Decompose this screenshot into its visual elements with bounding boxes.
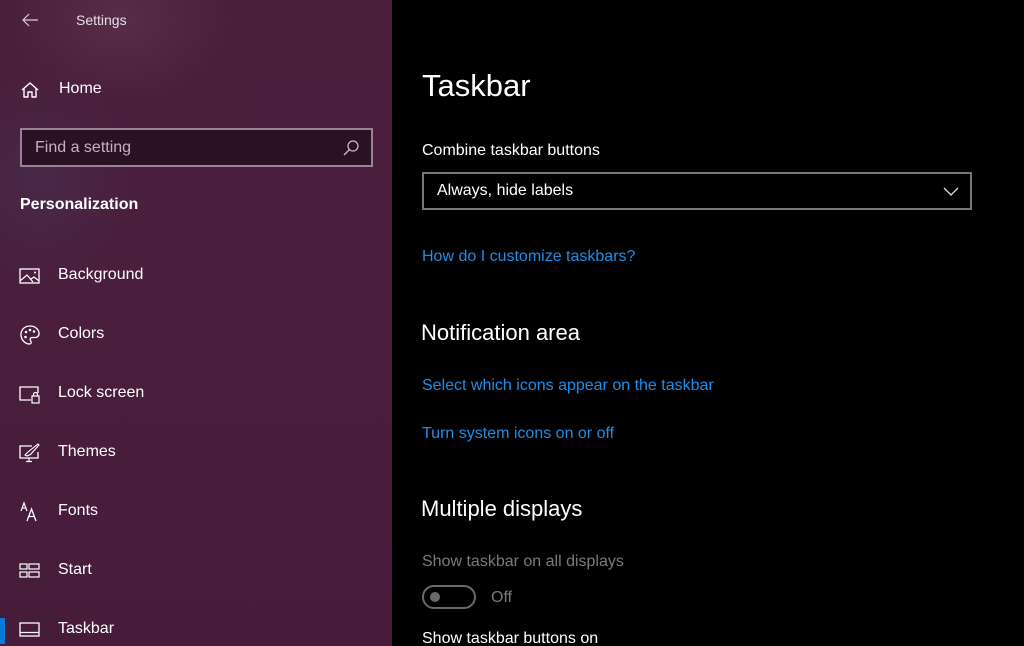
picture-icon [19,268,40,284]
lock-screen-icon [19,386,40,404]
show-all-displays-label: Show taskbar on all displays [422,553,624,570]
system-icons-link[interactable]: Turn system icons on or off [422,425,614,443]
show-buttons-on-label: Show taskbar buttons on [422,630,599,646]
sidebar-item-label: Start [58,561,92,578]
palette-icon [20,325,40,345]
sidebar-item-background[interactable]: Background [0,252,392,300]
search-input[interactable] [22,130,341,165]
themes-icon [19,443,40,463]
sidebar-item-lock-screen[interactable]: Lock screen [0,370,392,418]
combine-buttons-dropdown[interactable]: Always, hide labels [422,172,972,210]
show-all-displays-toggle[interactable] [422,585,476,609]
sidebar-item-home[interactable]: Home [0,72,392,108]
sidebar-item-themes[interactable]: Themes [0,429,392,477]
home-label: Home [59,80,102,97]
section-title: Personalization [20,196,139,213]
search-box[interactable] [20,128,373,167]
sidebar-item-label: Taskbar [58,620,115,637]
chevron-down-icon [943,187,959,196]
app-title: Settings [76,12,127,28]
sidebar: Settings Home Personalization Background… [0,0,392,646]
arrow-left-icon [22,13,38,27]
search-icon[interactable] [341,138,361,158]
dropdown-value: Always, hide labels [437,182,574,199]
sidebar-item-label: Lock screen [58,384,145,401]
back-button[interactable] [16,6,44,34]
sidebar-item-fonts[interactable]: Fonts [0,488,392,536]
active-indicator [0,618,5,644]
toggle-state: Off [491,589,513,606]
select-icons-link[interactable]: Select which icons appear on the taskbar [422,377,714,395]
sidebar-item-start[interactable]: Start [0,547,392,595]
start-icon [19,563,40,578]
sidebar-item-colors[interactable]: Colors [0,311,392,359]
main-content: Taskbar Combine taskbar buttons Always, … [392,0,1024,646]
sidebar-item-label: Background [58,266,144,283]
taskbar-icon [19,622,40,637]
title-bar: Settings [0,0,392,40]
sidebar-item-taskbar[interactable]: Taskbar [0,606,392,646]
home-icon [21,82,39,98]
page-title: Taskbar [422,68,531,103]
toggle-knob [430,592,440,602]
combine-buttons-label: Combine taskbar buttons [422,142,600,159]
sidebar-item-label: Fonts [58,502,99,519]
sidebar-item-label: Themes [58,443,116,460]
notification-area-heading: Notification area [421,320,580,345]
sidebar-item-label: Colors [58,325,105,342]
customize-taskbars-link[interactable]: How do I customize taskbars? [422,248,635,266]
fonts-icon [20,501,37,522]
multiple-displays-heading: Multiple displays [421,496,583,521]
